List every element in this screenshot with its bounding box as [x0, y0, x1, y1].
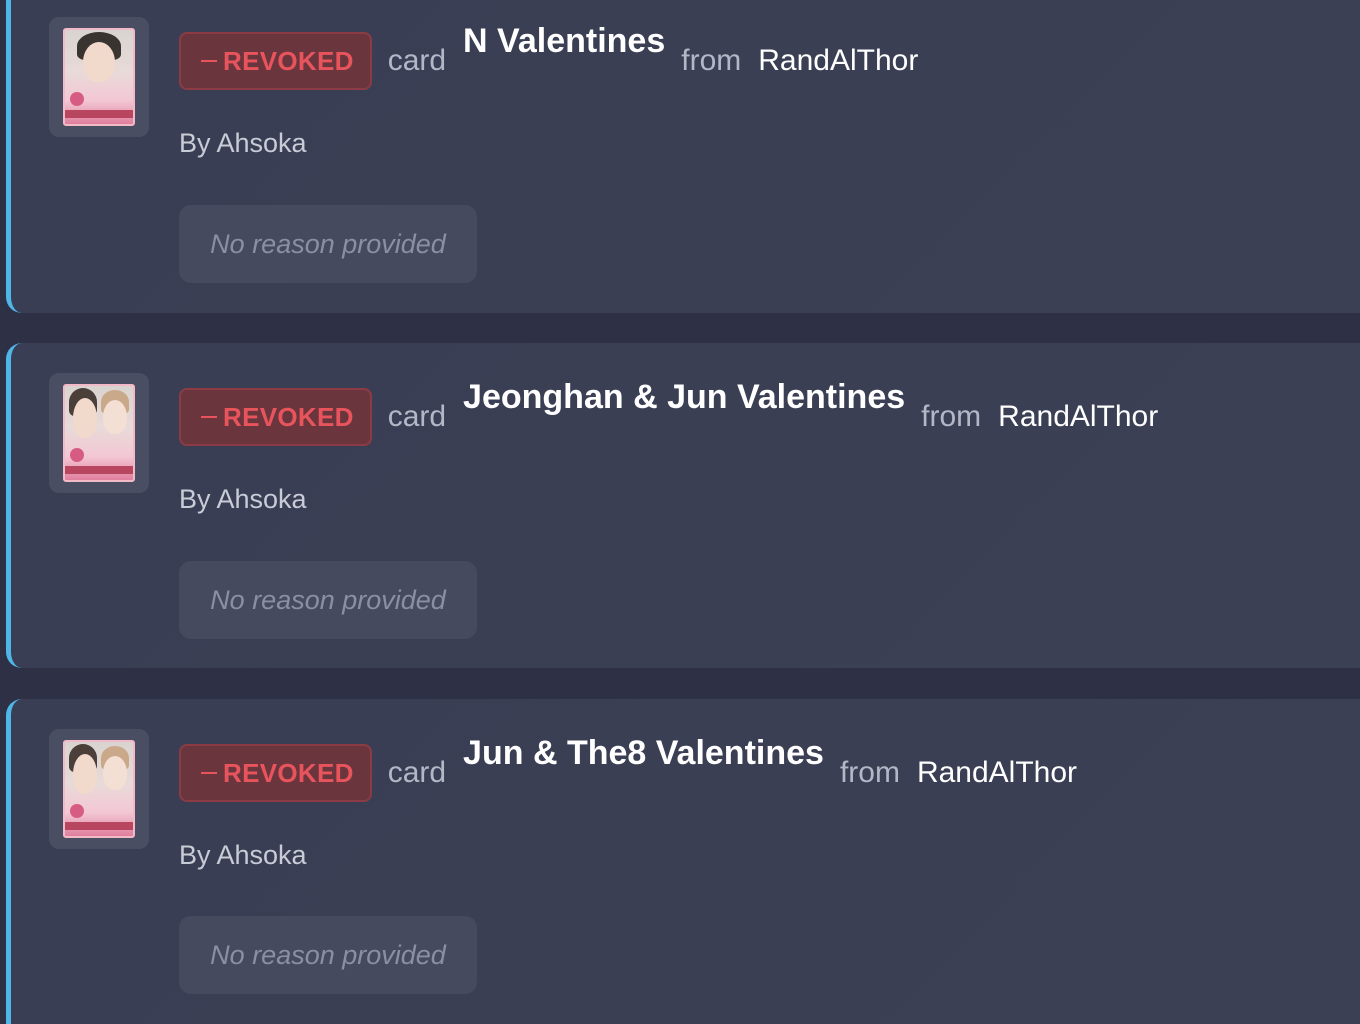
photocard-thumbnail-icon	[63, 384, 135, 482]
card-name[interactable]: Jun & The8 Valentines	[463, 734, 824, 773]
byline: By Ahsoka	[179, 128, 307, 158]
card-thumbnail-frame[interactable]	[49, 373, 149, 493]
from-word: from	[681, 44, 742, 77]
revoked-badge: REVOKED	[179, 388, 372, 446]
minus-icon	[201, 772, 217, 774]
minus-icon	[201, 416, 217, 418]
revoked-badge: REVOKED	[179, 744, 372, 802]
card-name[interactable]: Jeonghan & Jun Valentines	[463, 378, 905, 417]
activity-feed: REVOKED card N Valentines from RandAlTho…	[0, 0, 1360, 1024]
status-label: REVOKED	[223, 45, 354, 76]
byline: By Ahsoka	[179, 484, 307, 514]
recipient-username[interactable]: RandAlThor	[758, 44, 918, 78]
byline: By Ahsoka	[179, 840, 307, 870]
revoked-badge: REVOKED	[179, 32, 372, 90]
card-thumbnail-frame[interactable]	[49, 17, 149, 137]
card-thumbnail-frame[interactable]	[49, 729, 149, 849]
activity-headline: REVOKED card N Valentines from RandAlTho…	[179, 22, 918, 90]
type-word: card	[387, 44, 447, 77]
from-word: from	[839, 756, 900, 789]
activity-headline: REVOKED card Jun & The8 Valentines from …	[179, 734, 1077, 802]
status-label: REVOKED	[223, 757, 354, 788]
minus-icon	[201, 60, 217, 62]
type-word: card	[387, 756, 447, 789]
from-word: from	[921, 400, 982, 433]
type-word: card	[387, 400, 447, 433]
photocard-thumbnail-icon	[63, 740, 135, 838]
reason-box: No reason provided	[179, 561, 477, 639]
activity-entry: REVOKED card Jeonghan & Jun Valentines f…	[6, 343, 1360, 668]
activity-headline: REVOKED card Jeonghan & Jun Valentines f…	[179, 378, 1158, 446]
photocard-thumbnail-icon	[63, 28, 135, 126]
reason-box: No reason provided	[179, 916, 477, 994]
reason-box: No reason provided	[179, 205, 477, 283]
status-label: REVOKED	[223, 401, 354, 432]
recipient-username[interactable]: RandAlThor	[917, 756, 1077, 790]
card-name[interactable]: N Valentines	[463, 22, 665, 61]
recipient-username[interactable]: RandAlThor	[998, 400, 1158, 434]
activity-entry: REVOKED card Jun & The8 Valentines from …	[6, 699, 1360, 1024]
activity-entry: REVOKED card N Valentines from RandAlTho…	[6, 0, 1360, 313]
